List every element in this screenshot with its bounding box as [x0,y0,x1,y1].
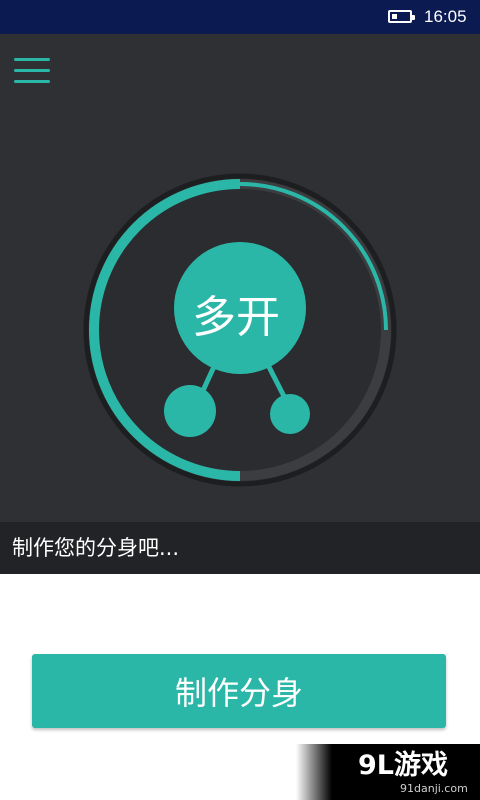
caption-text: 制作您的分身吧... [12,536,180,560]
status-time: 16:05 [424,7,467,26]
logo-text: 多开 [192,292,280,343]
clone-dial: 多开 [83,173,397,487]
status-bar: 16:05 [0,0,480,34]
battery-icon [388,10,415,23]
clone-node-left [164,385,216,437]
watermark: 9L游戏 91danji.com [296,744,480,800]
watermark-url: 91danji.com [400,782,468,795]
clone-node-right [270,394,310,434]
menu-icon[interactable] [14,58,50,86]
make-clone-button[interactable]: 制作分身 [32,654,446,728]
watermark-logo: 9L游戏 [358,750,448,781]
